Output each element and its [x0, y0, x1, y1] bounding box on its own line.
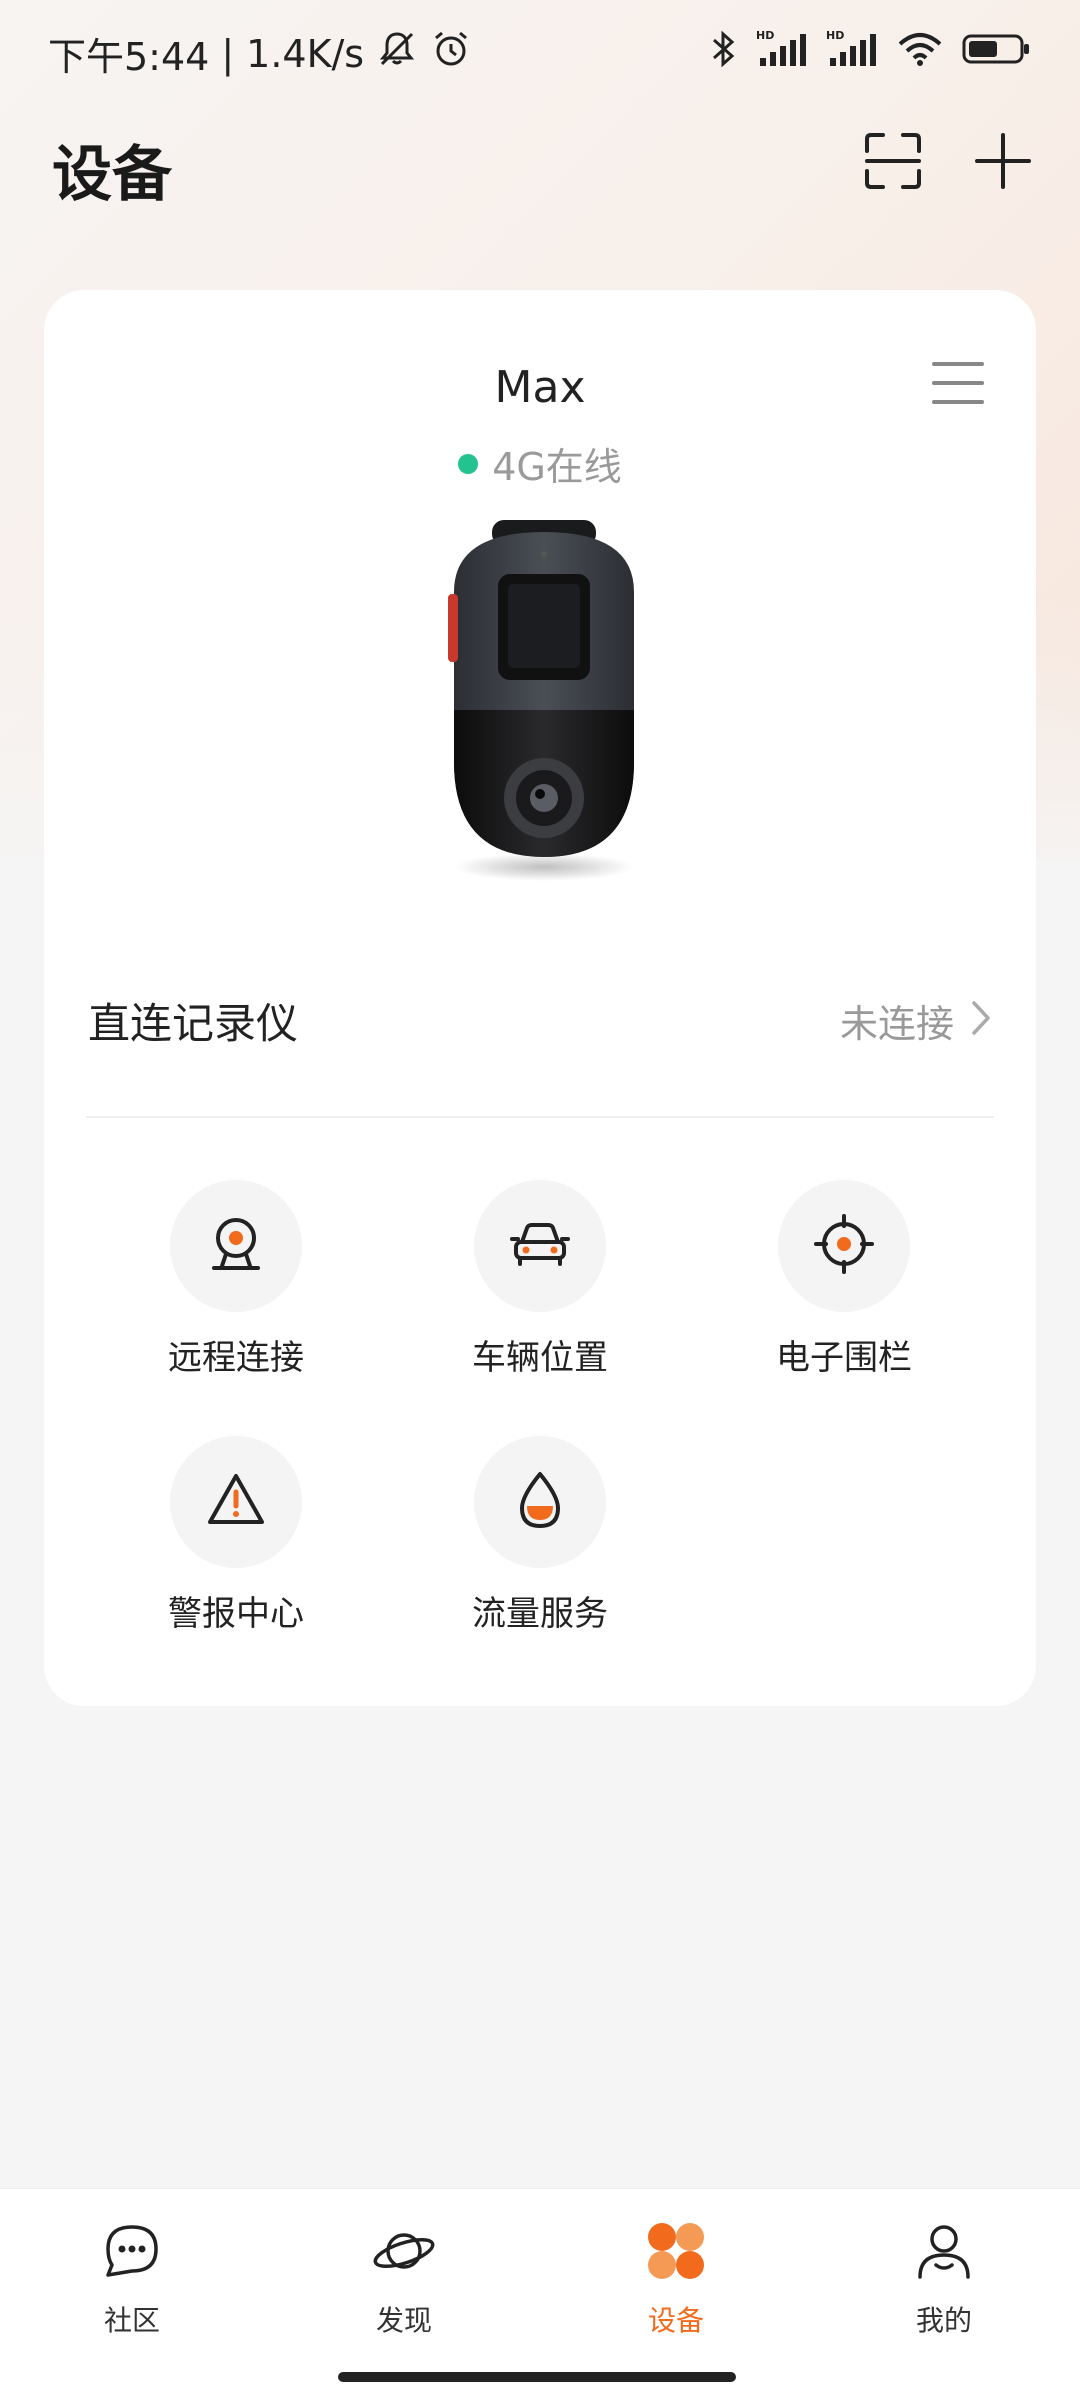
bottom-nav: 社区 发现 设备 我的 — [0, 2188, 1080, 2401]
feature-alert-center[interactable]: 警报中心 — [116, 1436, 356, 1656]
scan-icon — [863, 131, 923, 195]
feature-icon-circle — [170, 1180, 302, 1312]
target-icon — [812, 1212, 876, 1280]
grid-clover-icon — [644, 2219, 708, 2283]
direct-recorder-status: 未连接 — [840, 993, 992, 1048]
webcam-icon — [204, 1212, 268, 1280]
mute-bell-icon — [376, 28, 418, 79]
wifi-icon — [896, 28, 944, 74]
status-separator: | — [221, 31, 235, 76]
direct-recorder-label: 直连记录仪 — [88, 998, 299, 1048]
feature-vehicle-location[interactable]: 车辆位置 — [420, 1180, 660, 1400]
hd-label-1: HD — [756, 29, 774, 42]
battery-icon — [962, 28, 1032, 74]
feature-data-service[interactable]: 流量服务 — [420, 1436, 660, 1656]
feature-geofence[interactable]: 电子围栏 — [724, 1180, 964, 1400]
online-dot — [458, 453, 479, 474]
feature-label: 车辆位置 — [472, 1338, 608, 1378]
device-status-text: 4G在线 — [492, 445, 622, 489]
chevron-right-icon — [970, 999, 992, 1041]
status-time: 下午5:44 — [48, 35, 210, 79]
page-title: 设备 — [52, 140, 172, 210]
scan-button[interactable] — [858, 128, 928, 198]
status-left: 下午5:44 | 1.4K/s — [48, 26, 472, 81]
device-status: 4G在线 — [44, 436, 1036, 491]
nav-label: 我的 — [915, 2304, 972, 2337]
nav-label: 设备 — [647, 2304, 704, 2337]
nav-profile[interactable]: 我的 — [864, 2219, 1024, 2359]
feature-icon-circle — [474, 1180, 606, 1312]
feature-label: 警报中心 — [168, 1594, 304, 1634]
connection-status-text: 未连接 — [839, 1001, 954, 1046]
chat-bubble-icon — [100, 2219, 164, 2283]
device-card[interactable]: Max 4G在线 直连记录仪 未连接 远程连接 车辆位置 电子围栏 警报中心 流… — [44, 290, 1036, 1706]
person-icon — [912, 2219, 976, 2283]
status-bar: 下午5:44 | 1.4K/s HD HD — [0, 0, 1080, 100]
divider — [86, 1116, 994, 1118]
nav-label: 发现 — [375, 2304, 432, 2337]
feature-label: 电子围栏 — [776, 1338, 912, 1378]
network-speed: 1.4K/s — [246, 31, 365, 76]
home-indicator[interactable] — [338, 2372, 736, 2382]
warning-icon — [204, 1468, 268, 1536]
feature-remote-connect[interactable]: 远程连接 — [116, 1180, 356, 1400]
feature-icon-circle — [778, 1180, 910, 1312]
feature-icon-circle — [170, 1436, 302, 1568]
signal-hd-icon: HD — [756, 28, 808, 74]
nav-community[interactable]: 社区 — [52, 2219, 212, 2359]
bluetooth-icon — [708, 28, 738, 74]
nav-label: 社区 — [103, 2304, 160, 2337]
feature-icon-circle — [474, 1436, 606, 1568]
device-name: Max — [494, 362, 586, 413]
dashcam-image — [424, 512, 664, 882]
status-right: HD HD — [708, 28, 1032, 74]
plus-icon — [973, 131, 1033, 195]
alarm-icon — [430, 28, 472, 79]
hd-label-2: HD — [826, 29, 844, 42]
add-device-button[interactable] — [968, 128, 1038, 198]
signal-hd-icon-2: HD — [826, 28, 878, 74]
nav-discover[interactable]: 发现 — [324, 2219, 484, 2359]
droplet-icon — [508, 1468, 572, 1536]
direct-recorder-row[interactable]: 直连记录仪 未连接 — [88, 980, 992, 1060]
nav-devices[interactable]: 设备 — [596, 2219, 756, 2359]
device-menu-button[interactable] — [930, 358, 986, 408]
hamburger-menu-icon — [930, 362, 986, 412]
feature-label: 流量服务 — [472, 1594, 608, 1634]
planet-icon — [372, 2219, 436, 2283]
feature-label: 远程连接 — [168, 1338, 304, 1378]
car-icon — [508, 1212, 572, 1280]
